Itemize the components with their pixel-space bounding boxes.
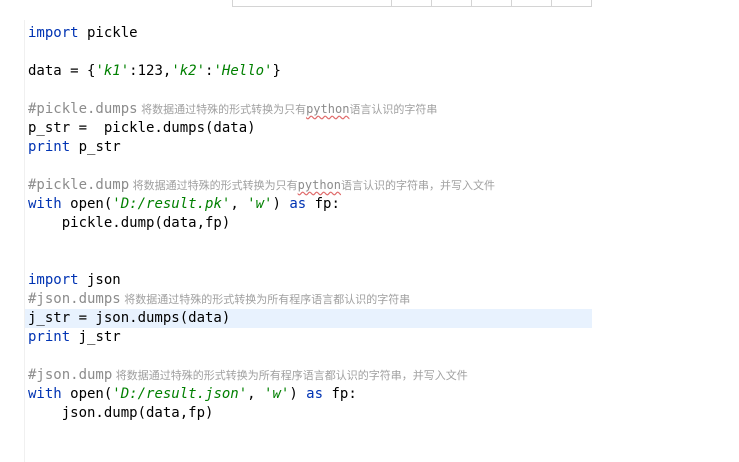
string-literal: 'D:/result.pk' bbox=[112, 196, 231, 212]
table-cell bbox=[233, 0, 391, 6]
code-text: pickle.dump(data,fp) bbox=[28, 215, 231, 231]
code-line-3[interactable]: data = {'k1':123,'k2':'Hello'} bbox=[28, 62, 592, 81]
string-literal: 'w' bbox=[247, 196, 273, 212]
string-literal: 'D:/result.json' bbox=[112, 386, 248, 402]
code-text: , bbox=[230, 196, 248, 212]
code-text: ) bbox=[289, 386, 307, 402]
spellcheck-word: python bbox=[306, 102, 350, 116]
code-line-16-current[interactable]: j_str = json.dumps(data) bbox=[25, 309, 592, 328]
table-cell bbox=[471, 0, 511, 6]
number-literal: 123 bbox=[137, 63, 163, 79]
code-line-12[interactable] bbox=[28, 233, 592, 252]
code-line-17[interactable]: print j_str bbox=[28, 328, 592, 347]
code-line-4[interactable] bbox=[28, 81, 592, 100]
code-line-20[interactable]: with open('D:/result.json', 'w') as fp: bbox=[28, 385, 592, 404]
code-line-7[interactable]: print p_str bbox=[28, 138, 592, 157]
code-line-9[interactable]: #pickle.dump 将数据通过特殊的形式转换为只有python语言认识的字… bbox=[28, 176, 592, 195]
keyword-with: with bbox=[28, 196, 62, 212]
code-text: data = { bbox=[28, 63, 96, 79]
code-line-15[interactable]: #json.dumps 将数据通过特殊的形式转换为所有程序语言都认识的字符串 bbox=[28, 290, 592, 309]
code-text: , bbox=[247, 386, 265, 402]
module-name: json bbox=[78, 272, 121, 288]
code-text: j_str = json.dumps(data) bbox=[28, 310, 231, 326]
code-line-6[interactable]: p_str = pickle.dumps(data) bbox=[28, 119, 592, 138]
spellcheck-word: python bbox=[297, 178, 342, 192]
code-line-21[interactable]: json.dump(data,fp) bbox=[28, 404, 592, 423]
code-line-14[interactable]: import json bbox=[28, 271, 592, 290]
header-table-strip bbox=[232, 0, 592, 7]
code-line-5[interactable]: #pickle.dumps 将数据通过特殊的形式转换为只有python语言认识的… bbox=[28, 100, 592, 119]
code-line-2[interactable] bbox=[28, 43, 592, 62]
code-line-1[interactable]: import pickle bbox=[28, 24, 592, 43]
comment-text: 将数据通过特殊的形式转换为所有程序语言都认识的字符串 bbox=[120, 293, 411, 306]
string-literal: 'k1' bbox=[95, 63, 130, 79]
comment-text: #pickle.dump bbox=[28, 177, 130, 193]
table-cell bbox=[431, 0, 471, 6]
keyword-print: print bbox=[28, 329, 71, 345]
code-editor-window: import pickle data = {'k1':123,'k2':'Hel… bbox=[0, 0, 739, 462]
code-text: fp: bbox=[323, 386, 357, 402]
comment-text: 将数据通过特殊的形式转换为只有 bbox=[129, 179, 298, 192]
keyword-with: with bbox=[28, 386, 62, 402]
code-line-18[interactable] bbox=[28, 347, 592, 366]
code-line-19[interactable]: #json.dump 将数据通过特殊的形式转换为所有程序语言都认识的字符串，并写… bbox=[28, 366, 592, 385]
keyword-as: as bbox=[289, 196, 307, 212]
keyword-import: import bbox=[28, 272, 79, 288]
code-text: p_str = pickle.dumps(data) bbox=[28, 120, 256, 136]
string-literal: 'k2' bbox=[171, 63, 206, 79]
code-text: : bbox=[129, 63, 138, 79]
comment-text: 将数据通过特殊的形式转换为只有 bbox=[137, 103, 307, 116]
comment-text: #json.dumps bbox=[28, 291, 121, 307]
code-text: ) bbox=[272, 196, 290, 212]
code-text: p_str bbox=[70, 139, 121, 155]
code-line-11[interactable]: pickle.dump(data,fp) bbox=[28, 214, 592, 233]
comment-text: #pickle.dumps bbox=[28, 101, 138, 117]
comment-text: 将数据通过特殊的形式转换为所有程序语言都认识的字符串，并写入文件 bbox=[112, 369, 468, 382]
code-area[interactable]: import pickle data = {'k1':123,'k2':'Hel… bbox=[25, 24, 592, 423]
table-cell bbox=[511, 0, 551, 6]
comment-text: 语言认识的字符串，并写入文件 bbox=[341, 179, 496, 192]
string-literal: 'Hello' bbox=[213, 63, 273, 79]
code-text: j_str bbox=[70, 329, 121, 345]
gutter-divider bbox=[24, 20, 25, 462]
keyword-as: as bbox=[306, 386, 324, 402]
code-line-10[interactable]: with open('D:/result.pk', 'w') as fp: bbox=[28, 195, 592, 214]
comment-text: 语言认识的字符串 bbox=[349, 103, 438, 116]
table-cell bbox=[391, 0, 431, 6]
code-text: open( bbox=[61, 386, 113, 402]
code-text: json.dump(data,fp) bbox=[28, 405, 214, 421]
code-text: fp: bbox=[306, 196, 340, 212]
table-cell bbox=[551, 0, 591, 6]
module-name: pickle bbox=[78, 25, 138, 41]
keyword-import: import bbox=[28, 25, 79, 41]
string-literal: 'w' bbox=[264, 386, 290, 402]
code-text: } bbox=[272, 63, 281, 79]
code-line-13[interactable] bbox=[28, 252, 592, 271]
code-line-8[interactable] bbox=[28, 157, 592, 176]
comment-text: #json.dump bbox=[28, 367, 113, 383]
keyword-print: print bbox=[28, 139, 71, 155]
code-text: open( bbox=[61, 196, 113, 212]
